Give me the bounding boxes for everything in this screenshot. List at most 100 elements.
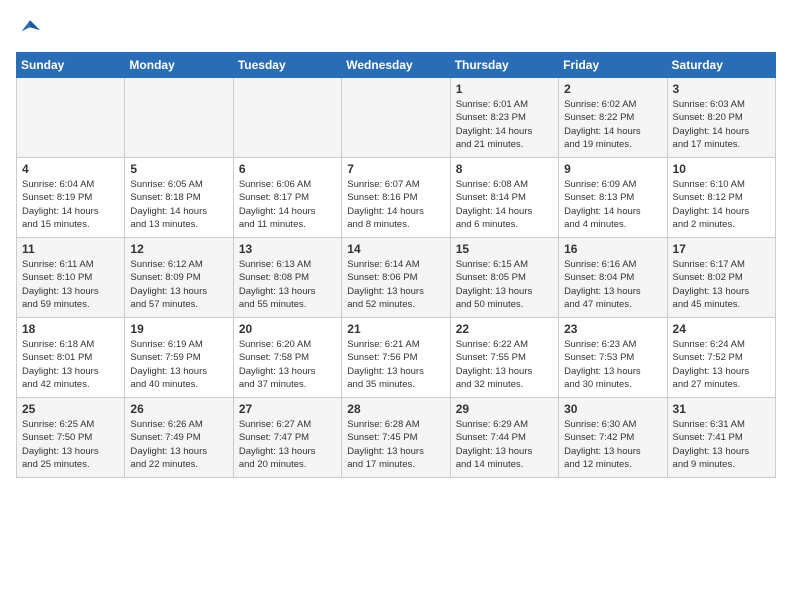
calendar-cell: 6Sunrise: 6:06 AM Sunset: 8:17 PM Daylig…	[233, 158, 341, 238]
calendar-cell: 13 Sunrise: 6:13 AM Sunset: 8:08 PM Dayli…	[233, 238, 341, 318]
day-number: 23	[564, 322, 661, 336]
calendar-cell: 24Sunrise: 6:24 AM Sunset: 7:52 PM Dayli…	[667, 318, 775, 398]
day-number: 9	[564, 162, 661, 176]
calendar-cell: 31 Sunrise: 6:31 AM Sunset: 7:41 PM Dayli…	[667, 398, 775, 478]
day-info: Sunrise: 6:08 AM Sunset: 8:14 PM Dayligh…	[456, 178, 553, 231]
day-info: Sunrise: 6:28 AM Sunset: 7:45 PM Dayligh…	[347, 418, 444, 471]
day-info: Sunrise: 6:03 AM Sunset: 8:20 PM Dayligh…	[673, 98, 770, 151]
day-number: 22	[456, 322, 553, 336]
day-info: Sunrise: 6:18 AM Sunset: 8:01 PM Dayligh…	[22, 338, 119, 391]
day-number: 3	[673, 82, 770, 96]
day-number: 1	[456, 82, 553, 96]
day-info: Sunrise: 6:10 AM Sunset: 8:12 PM Dayligh…	[673, 178, 770, 231]
day-number: 5	[130, 162, 227, 176]
day-number: 15	[456, 242, 553, 256]
day-info: Sunrise: 6:16 AM Sunset: 8:04 PM Dayligh…	[564, 258, 661, 311]
day-info: Sunrise: 6:14 AM Sunset: 8:06 PM Dayligh…	[347, 258, 444, 311]
day-info: Sunrise: 6:12 AM Sunset: 8:09 PM Dayligh…	[130, 258, 227, 311]
day-number: 7	[347, 162, 444, 176]
logo-icon	[16, 16, 44, 44]
calendar-week-row: 18 Sunrise: 6:18 AM Sunset: 8:01 PM Dayli…	[17, 318, 776, 398]
day-info: Sunrise: 6:11 AM Sunset: 8:10 PM Dayligh…	[22, 258, 119, 311]
calendar-cell	[17, 78, 125, 158]
day-number: 18	[22, 322, 119, 336]
calendar-cell: 22 Sunrise: 6:22 AM Sunset: 7:55 PM Dayli…	[450, 318, 558, 398]
day-number: 10	[673, 162, 770, 176]
calendar-week-row: 25Sunrise: 6:25 AM Sunset: 7:50 PM Dayli…	[17, 398, 776, 478]
day-header-tuesday: Tuesday	[233, 53, 341, 78]
day-info: Sunrise: 6:24 AM Sunset: 7:52 PM Dayligh…	[673, 338, 770, 391]
calendar-cell: 4 Sunrise: 6:04 AM Sunset: 8:19 PM Daylig…	[17, 158, 125, 238]
day-info: Sunrise: 6:30 AM Sunset: 7:42 PM Dayligh…	[564, 418, 661, 471]
day-number: 27	[239, 402, 336, 416]
calendar-cell	[233, 78, 341, 158]
day-header-sunday: Sunday	[17, 53, 125, 78]
calendar-cell: 2 Sunrise: 6:02 AM Sunset: 8:22 PM Daylig…	[559, 78, 667, 158]
day-number: 17	[673, 242, 770, 256]
calendar-cell: 7Sunrise: 6:07 AM Sunset: 8:16 PM Daylig…	[342, 158, 450, 238]
day-number: 4	[22, 162, 119, 176]
calendar-header-row: SundayMondayTuesdayWednesdayThursdayFrid…	[17, 53, 776, 78]
calendar-table: SundayMondayTuesdayWednesdayThursdayFrid…	[16, 52, 776, 478]
day-info: Sunrise: 6:02 AM Sunset: 8:22 PM Dayligh…	[564, 98, 661, 151]
day-info: Sunrise: 6:05 AM Sunset: 8:18 PM Dayligh…	[130, 178, 227, 231]
day-info: Sunrise: 6:21 AM Sunset: 7:56 PM Dayligh…	[347, 338, 444, 391]
day-info: Sunrise: 6:25 AM Sunset: 7:50 PM Dayligh…	[22, 418, 119, 471]
calendar-cell: 20Sunrise: 6:20 AM Sunset: 7:58 PM Dayli…	[233, 318, 341, 398]
day-header-thursday: Thursday	[450, 53, 558, 78]
day-info: Sunrise: 6:27 AM Sunset: 7:47 PM Dayligh…	[239, 418, 336, 471]
day-number: 13	[239, 242, 336, 256]
day-number: 11	[22, 242, 119, 256]
day-header-friday: Friday	[559, 53, 667, 78]
page-header	[16, 16, 776, 44]
day-number: 16	[564, 242, 661, 256]
calendar-cell: 1 Sunrise: 6:01 AM Sunset: 8:23 PM Daylig…	[450, 78, 558, 158]
calendar-cell: 11 Sunrise: 6:11 AM Sunset: 8:10 PM Dayli…	[17, 238, 125, 318]
logo	[16, 16, 48, 44]
calendar-cell: 12 Sunrise: 6:12 AM Sunset: 8:09 PM Dayli…	[125, 238, 233, 318]
calendar-cell: 27 Sunrise: 6:27 AM Sunset: 7:47 PM Dayli…	[233, 398, 341, 478]
day-header-wednesday: Wednesday	[342, 53, 450, 78]
calendar-cell: 19Sunrise: 6:19 AM Sunset: 7:59 PM Dayli…	[125, 318, 233, 398]
calendar-cell: 15 Sunrise: 6:15 AM Sunset: 8:05 PM Dayli…	[450, 238, 558, 318]
calendar-cell: 30 Sunrise: 6:30 AM Sunset: 7:42 PM Dayli…	[559, 398, 667, 478]
calendar-cell: 3 Sunrise: 6:03 AM Sunset: 8:20 PM Daylig…	[667, 78, 775, 158]
day-info: Sunrise: 6:13 AM Sunset: 8:08 PM Dayligh…	[239, 258, 336, 311]
day-info: Sunrise: 6:31 AM Sunset: 7:41 PM Dayligh…	[673, 418, 770, 471]
day-number: 21	[347, 322, 444, 336]
calendar-cell: 28Sunrise: 6:28 AM Sunset: 7:45 PM Dayli…	[342, 398, 450, 478]
day-info: Sunrise: 6:19 AM Sunset: 7:59 PM Dayligh…	[130, 338, 227, 391]
calendar-cell: 17 Sunrise: 6:17 AM Sunset: 8:02 PM Dayli…	[667, 238, 775, 318]
calendar-week-row: 11 Sunrise: 6:11 AM Sunset: 8:10 PM Dayli…	[17, 238, 776, 318]
calendar-cell	[342, 78, 450, 158]
day-header-saturday: Saturday	[667, 53, 775, 78]
calendar-week-row: 4 Sunrise: 6:04 AM Sunset: 8:19 PM Daylig…	[17, 158, 776, 238]
day-info: Sunrise: 6:22 AM Sunset: 7:55 PM Dayligh…	[456, 338, 553, 391]
calendar-cell: 5 Sunrise: 6:05 AM Sunset: 8:18 PM Daylig…	[125, 158, 233, 238]
day-info: Sunrise: 6:15 AM Sunset: 8:05 PM Dayligh…	[456, 258, 553, 311]
calendar-cell: 18 Sunrise: 6:18 AM Sunset: 8:01 PM Dayli…	[17, 318, 125, 398]
calendar-cell: 29 Sunrise: 6:29 AM Sunset: 7:44 PM Dayli…	[450, 398, 558, 478]
day-number: 8	[456, 162, 553, 176]
day-number: 6	[239, 162, 336, 176]
calendar-cell: 14 Sunrise: 6:14 AM Sunset: 8:06 PM Dayli…	[342, 238, 450, 318]
day-info: Sunrise: 6:04 AM Sunset: 8:19 PM Dayligh…	[22, 178, 119, 231]
calendar-cell	[125, 78, 233, 158]
day-number: 14	[347, 242, 444, 256]
day-info: Sunrise: 6:01 AM Sunset: 8:23 PM Dayligh…	[456, 98, 553, 151]
calendar-cell: 9Sunrise: 6:09 AM Sunset: 8:13 PM Daylig…	[559, 158, 667, 238]
calendar-cell: 25Sunrise: 6:25 AM Sunset: 7:50 PM Dayli…	[17, 398, 125, 478]
day-number: 31	[673, 402, 770, 416]
day-info: Sunrise: 6:29 AM Sunset: 7:44 PM Dayligh…	[456, 418, 553, 471]
calendar-cell: 16 Sunrise: 6:16 AM Sunset: 8:04 PM Dayli…	[559, 238, 667, 318]
calendar-cell: 10 Sunrise: 6:10 AM Sunset: 8:12 PM Dayli…	[667, 158, 775, 238]
day-info: Sunrise: 6:26 AM Sunset: 7:49 PM Dayligh…	[130, 418, 227, 471]
day-number: 20	[239, 322, 336, 336]
calendar-cell: 8 Sunrise: 6:08 AM Sunset: 8:14 PM Daylig…	[450, 158, 558, 238]
calendar-cell: 21 Sunrise: 6:21 AM Sunset: 7:56 PM Dayli…	[342, 318, 450, 398]
day-number: 29	[456, 402, 553, 416]
day-number: 12	[130, 242, 227, 256]
day-number: 2	[564, 82, 661, 96]
day-number: 30	[564, 402, 661, 416]
day-info: Sunrise: 6:17 AM Sunset: 8:02 PM Dayligh…	[673, 258, 770, 311]
